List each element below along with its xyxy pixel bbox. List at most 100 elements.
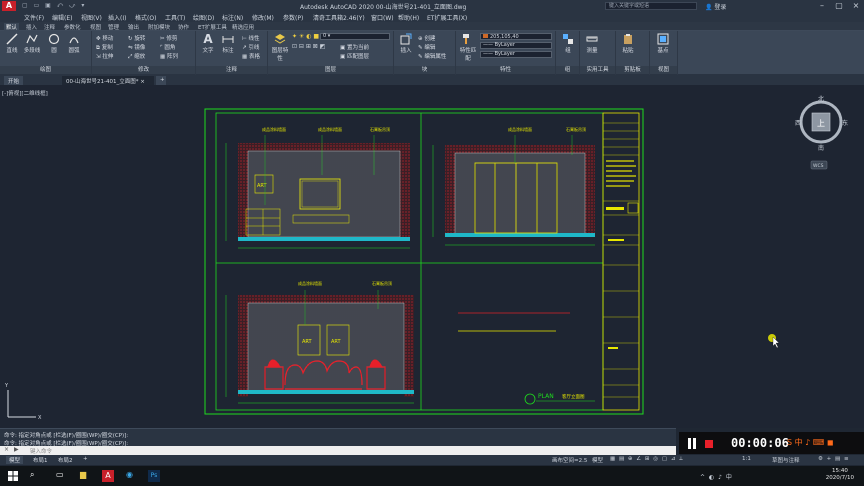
elevation-sofa-wall[interactable]: ART ART 成品涂料墙面 石膏板吊顶	[225, 280, 414, 404]
sign-in-link[interactable]: 👤 登录	[705, 2, 726, 11]
linear-dim-tool[interactable]: ⊢ 线性	[242, 34, 260, 42]
panel-layers-title[interactable]: 图层	[268, 66, 393, 74]
group-button[interactable]: 组	[558, 33, 578, 54]
tab-collaborate[interactable]: 协作	[178, 23, 189, 31]
compass-east[interactable]: 东	[842, 119, 848, 127]
text-button[interactable]: A 文字	[198, 33, 218, 54]
status-right-icons[interactable]: ⚙ + ▤ ≡	[818, 456, 850, 462]
status-scale[interactable]: 1:1	[742, 456, 751, 462]
panel-properties-title[interactable]: 特性	[456, 66, 555, 74]
table-tool[interactable]: ▦ 表格	[242, 52, 260, 60]
close-command-icon[interactable]: ×	[4, 446, 9, 453]
workspace-switch[interactable]: 草图与注释	[772, 456, 800, 464]
tab-et-tools[interactable]: ET扩展工具	[198, 23, 227, 31]
arc-button[interactable]: 圆弧	[64, 33, 84, 54]
browser-icon[interactable]: ◉	[126, 470, 133, 479]
match-layer-tool[interactable]: ▣ 匹配图层	[340, 52, 369, 60]
command-prompt-icon[interactable]: ▶	[14, 446, 19, 453]
autocad-taskbar-icon[interactable]: A	[102, 470, 114, 482]
menu-file[interactable]: 文件(F)	[24, 13, 44, 22]
stretch-tool[interactable]: ⇲ 拉伸	[96, 52, 113, 60]
tab-view[interactable]: 视图	[90, 23, 101, 31]
edit-attribute-tool[interactable]: ✎ 编辑属性	[418, 52, 446, 60]
linetype-dropdown[interactable]: —— ByLayer	[480, 42, 552, 49]
insert-block-button[interactable]: 插入	[396, 33, 416, 54]
menu-edit[interactable]: 编辑(E)	[52, 13, 72, 22]
menu-draw[interactable]: 绘图(D)	[193, 13, 214, 22]
viewcube-svg[interactable]: 上 北 南 东 西 WCS	[795, 92, 849, 172]
menu-modify[interactable]: 修改(M)	[252, 13, 274, 22]
tab-featured-apps[interactable]: 精选应用	[232, 23, 254, 31]
tab-insert[interactable]: 插入	[26, 23, 37, 31]
compass-west[interactable]: 西	[795, 120, 801, 127]
menu-window[interactable]: 窗口(W)	[371, 13, 394, 22]
menu-view[interactable]: 视图(V)	[81, 13, 102, 22]
fillet-tool[interactable]: ⌜ 圆角	[160, 43, 175, 51]
windows-start-icon[interactable]	[8, 471, 18, 481]
tab-layout1[interactable]: 布局1	[30, 456, 51, 464]
circle-button[interactable]: 圆	[44, 33, 64, 54]
menu-et-tools[interactable]: ET扩展工具(X)	[427, 13, 467, 22]
edit-block-tool[interactable]: ✎ 编辑	[418, 43, 435, 51]
panel-utilities-title[interactable]: 实用工具	[580, 66, 615, 74]
menu-toolbox[interactable]: 清奇工具箱2.46(Y)	[313, 13, 365, 22]
leader-tool[interactable]: ↗ 引线	[242, 43, 259, 51]
base-point-button[interactable]: 基点	[653, 33, 673, 54]
match-properties-button[interactable]: 特性匹配	[458, 33, 478, 62]
tab-manage[interactable]: 管理	[108, 23, 119, 31]
close-button[interactable]: ×	[849, 1, 863, 11]
compass-south[interactable]: 南	[818, 144, 824, 152]
photoshop-icon[interactable]: Ps	[148, 470, 160, 482]
paste-button[interactable]: 粘贴	[618, 33, 638, 54]
trim-tool[interactable]: ✂ 修剪	[160, 34, 177, 42]
menu-parametric[interactable]: 参数(P)	[283, 13, 303, 22]
compass-north[interactable]: 北	[818, 95, 824, 103]
menu-help[interactable]: 帮助(H)	[398, 13, 419, 22]
new-tab-button[interactable]: +	[156, 76, 166, 85]
quick-access-toolbar[interactable]: ▢ ▭ ▣ ⤺ ⤻ ▾	[22, 2, 86, 10]
pause-icon[interactable]	[687, 438, 697, 449]
maximize-button[interactable]: ▢	[832, 1, 846, 11]
menu-insert[interactable]: 插入(I)	[108, 13, 126, 22]
taskbar-clock[interactable]: 15:40 2020/7/10	[826, 468, 854, 482]
panel-block-title[interactable]: 块	[394, 66, 455, 74]
ime-icons[interactable]: S 中 ♪ ⌨ ◼	[787, 437, 834, 448]
tab-model[interactable]: 模型	[6, 456, 24, 464]
layer-properties-button[interactable]: 图层特性	[270, 33, 290, 62]
viewcube[interactable]: 上 北 南 东 西 WCS	[795, 92, 849, 172]
copy-tool[interactable]: ⧉ 复制	[96, 43, 113, 52]
tab-start[interactable]: 开始	[4, 76, 24, 85]
tab-output[interactable]: 输出	[128, 23, 139, 31]
stop-button[interactable]	[705, 440, 713, 448]
status-model[interactable]: 模型	[592, 456, 603, 464]
status-coords[interactable]: 画布空间=2.5	[552, 456, 587, 464]
elevation-tv-wall[interactable]: ART 成品涂料墙面 成品涂料墙面 石膏板吊顶	[225, 126, 410, 249]
task-view-icon[interactable]: ▭	[56, 470, 64, 479]
viewport-controls[interactable]: [-]俯视][二维线框]	[2, 89, 48, 97]
panel-annotation-title[interactable]: 注释	[196, 66, 267, 74]
panel-clipboard-title[interactable]: 剪贴板	[616, 66, 649, 74]
layer-dropdown[interactable]: 0 ▾	[320, 33, 390, 40]
scale-tool[interactable]: ⤢ 缩放	[128, 52, 145, 61]
rotate-tool[interactable]: ↻ 旋转	[128, 34, 145, 42]
drawing-canvas[interactable]: ART 成品涂料墙面 成品涂料墙面 石膏板吊顶 成品涂料墙面 石膏板吊顶 ART…	[0, 85, 864, 428]
panel-draw-title[interactable]: 绘图	[0, 66, 91, 74]
menu-tools[interactable]: 工具(T)	[165, 13, 185, 22]
tab-annotate[interactable]: 注释	[44, 23, 55, 31]
tab-layout2[interactable]: 布局2	[55, 456, 76, 464]
panel-groups-title[interactable]: 组	[556, 66, 579, 74]
line-button[interactable]: 直线	[2, 33, 22, 54]
move-tool[interactable]: ✥ 移动	[96, 34, 113, 42]
file-explorer-icon[interactable]: ▆	[80, 470, 86, 479]
set-current-tool[interactable]: ▣ 置为当前	[340, 43, 369, 51]
menu-format[interactable]: 格式(O)	[135, 13, 156, 22]
create-block-tool[interactable]: ⊕ 创建	[418, 34, 435, 42]
array-tool[interactable]: ▦ 阵列	[160, 52, 178, 60]
color-dropdown[interactable]: 205,105,40	[480, 33, 552, 40]
tab-current-drawing[interactable]: 00-山海世号21-401_立面图* ×	[62, 76, 154, 85]
panel-modify-title[interactable]: 修改	[92, 66, 195, 74]
mirror-tool[interactable]: ⇋ 镜像	[128, 43, 145, 51]
polyline-button[interactable]: 多段线	[22, 33, 42, 54]
tray-icons[interactable]: ^ ◐ ♪ 中	[700, 472, 733, 481]
tab-addins[interactable]: 附加模块	[148, 23, 170, 31]
